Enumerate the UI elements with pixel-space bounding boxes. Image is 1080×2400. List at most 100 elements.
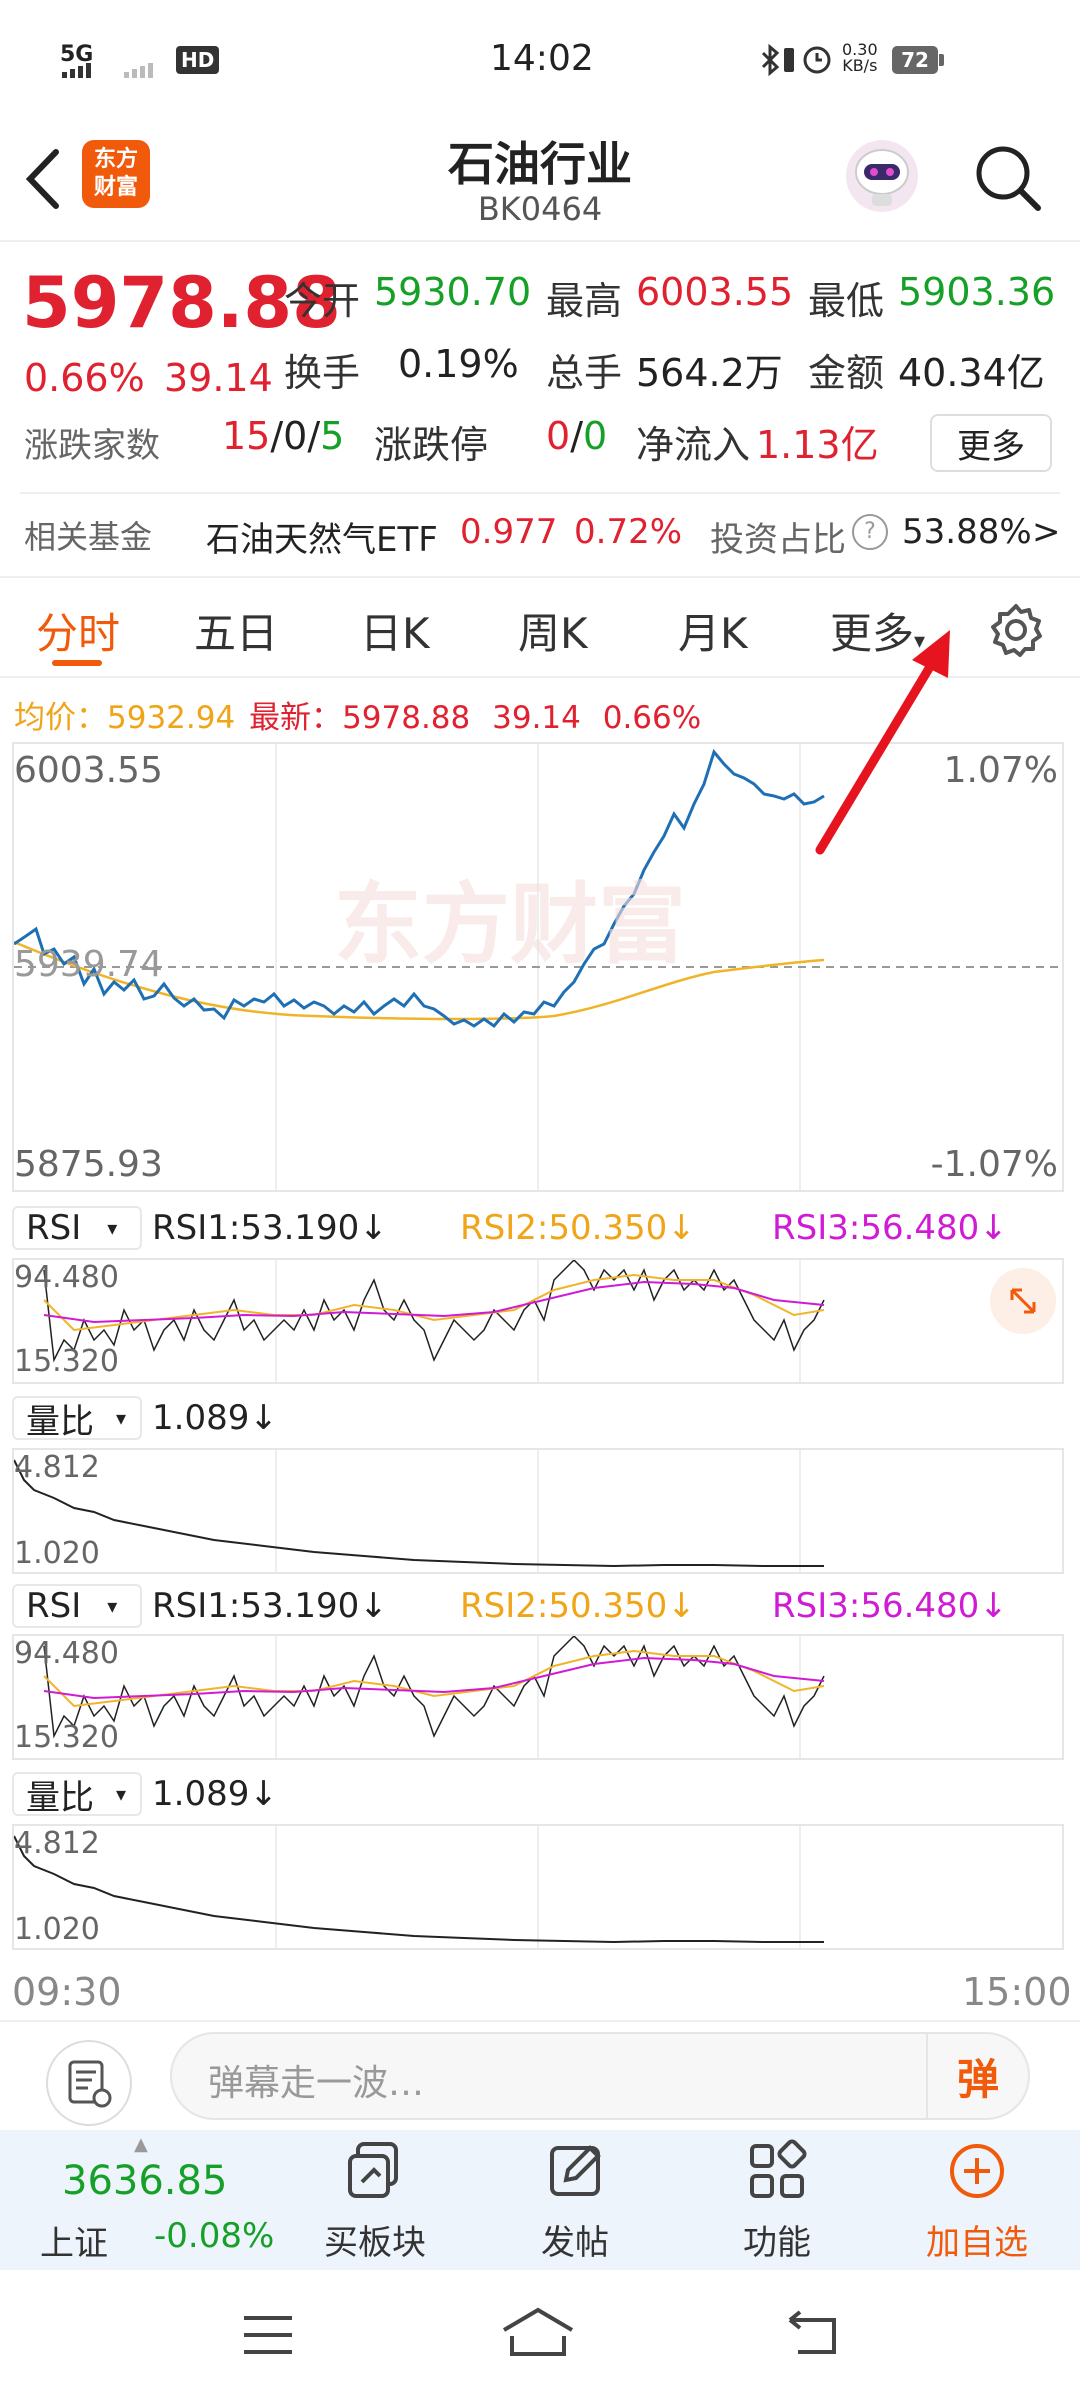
intraday-info-line: 均价：5932.94 最新：5978.88 39.14 0.66% — [14, 692, 701, 737]
tab-intraday[interactable]: 分时 — [36, 600, 120, 661]
net-speed: 0.30 KB/s — [842, 42, 878, 74]
home-button[interactable] — [500, 2306, 576, 2362]
danmu-input[interactable]: 弹幕走一波… — [208, 2054, 424, 2106]
rsi-selector[interactable]: RSI ▾ — [12, 1206, 142, 1250]
pct-min-label: -1.07% — [930, 1144, 1058, 1185]
latest-label: 最新： — [249, 700, 343, 736]
rsi3-readout: RSI3:56.480↓ — [772, 1208, 1008, 1248]
time-end-label: 15:00 — [962, 1970, 1072, 2014]
fund-label: 相关基金 — [24, 518, 153, 556]
ratio-value: 1.089 — [152, 1398, 250, 1438]
updown-counts: 15/0/5 — [222, 414, 344, 458]
search-icon — [976, 146, 1041, 211]
tab-daily-k[interactable]: 日K — [360, 600, 430, 661]
add-watchlist-label: 加自选 — [926, 2223, 1028, 2263]
volume-ratio-selector[interactable]: 量比 ▾ — [12, 1772, 142, 1818]
rsi-min-label: 15.320 — [14, 1344, 119, 1379]
limit-up: 0 — [546, 414, 571, 458]
open-value: 5930.70 — [374, 270, 532, 314]
danmu-settings-button[interactable] — [46, 2040, 132, 2126]
turnover-label: 换手 — [284, 351, 361, 395]
down-arrow-icon: ↓ — [249, 1398, 278, 1438]
menu-button[interactable] — [240, 2312, 296, 2362]
low-value: 5903.36 — [898, 270, 1056, 314]
ratio-min-label: 1.020 — [14, 1536, 100, 1571]
sep: / — [570, 414, 583, 458]
system-nav-bar — [0, 2270, 1080, 2400]
down-arrow-icon: ↓ — [249, 1774, 278, 1814]
ratio-value: 53.88% — [902, 512, 1032, 552]
limit-label: 涨跌停 — [374, 423, 489, 467]
volume-ratio-chart-2[interactable]: 4.812 1.020 — [12, 1824, 1064, 1950]
rsi-chart-2[interactable]: 94.480 15.320 — [12, 1634, 1064, 1760]
ratio-max-label: 4.812 — [14, 1826, 100, 1861]
alarm-icon — [800, 42, 834, 80]
settings-button[interactable] — [988, 602, 1044, 658]
help-icon[interactable]: ? — [852, 514, 888, 550]
rsi-chart-2-svg — [43, 1636, 825, 1758]
add-watchlist-button[interactable]: 加自选 — [912, 2136, 1042, 2264]
buy-sector-icon — [348, 2142, 398, 2198]
ratio-min-label: 1.020 — [14, 1912, 100, 1947]
rsi-selector-label: RSI — [26, 1208, 82, 1248]
volume-value: 564.2万 — [636, 351, 783, 395]
more-button[interactable]: 更多 — [930, 414, 1052, 472]
add-circle-icon — [950, 2144, 1004, 2198]
functions-label: 功能 — [743, 2223, 811, 2263]
volume-ratio-chart-1[interactable]: 4.812 1.020 — [12, 1448, 1064, 1574]
caret-down-icon: ▾ — [107, 1216, 118, 1240]
ratio-chart-2-svg — [14, 1826, 824, 1948]
search-button[interactable] — [970, 140, 1046, 216]
back-nav-icon — [788, 2310, 836, 2354]
watermark: 东方财富 — [334, 873, 687, 976]
rsi-min-label: 15.320 — [14, 1720, 119, 1755]
expand-button[interactable] — [990, 1268, 1056, 1334]
rsi3-readout: RSI3:56.480↓ — [772, 1586, 1008, 1626]
bluetooth-icon — [760, 43, 782, 80]
functions-button[interactable]: 功能 — [712, 2136, 842, 2264]
ratio-label: 投资占比 — [710, 520, 846, 560]
ratio-value: 1.089 — [152, 1774, 250, 1814]
y-mid-label: 5939.74 — [14, 944, 163, 985]
limit-down: 0 — [583, 414, 608, 458]
volume-ratio-selector[interactable]: 量比 ▾ — [12, 1396, 142, 1442]
time-start-label: 09:30 — [12, 1970, 122, 2014]
avg-label: 均价： — [14, 700, 107, 736]
edit-icon — [550, 2145, 601, 2196]
danmu-input-bar[interactable]: 弹幕走一波… 弹 — [170, 2032, 1030, 2120]
high-label: 最高 — [546, 279, 623, 323]
danmu-toggle-button[interactable]: 弹 — [926, 2034, 1028, 2118]
robot-assistant-icon[interactable] — [842, 136, 922, 216]
speed-unit: KB/s — [842, 56, 878, 75]
expand-icon — [1010, 1288, 1036, 1314]
post-button[interactable]: 发帖 — [510, 2136, 640, 2264]
tab-five-day[interactable]: 五日 — [194, 600, 278, 661]
avg-value: 5932.94 — [107, 700, 236, 736]
battery-tip — [939, 54, 944, 66]
tab-weekly-k[interactable]: 周K — [518, 600, 588, 661]
home-icon — [502, 2307, 574, 2356]
chevron-right-icon: > — [1032, 512, 1061, 552]
latest-pct: 0.66% — [602, 700, 702, 736]
rsi2-readout: RSI2:50.350↓ — [460, 1208, 696, 1248]
rsi2-value: RSI2:50.350 — [460, 1208, 668, 1248]
status-bar: 5G HD 14:02 0.30 KB/s 72 — [0, 0, 1080, 120]
y-min-label: 5875.93 — [14, 1144, 163, 1185]
danmu-settings-icon — [68, 2060, 112, 2108]
rsi-max-label: 94.480 — [14, 1636, 119, 1671]
rsi-selector[interactable]: RSI ▾ — [12, 1584, 142, 1628]
buy-sector-button[interactable]: 买板块 — [310, 2136, 440, 2264]
low-label: 最低 — [808, 279, 885, 323]
updown-label: 涨跌家数 — [24, 426, 160, 466]
tab-monthly-k[interactable]: 月K — [678, 600, 748, 661]
back-nav-button[interactable] — [784, 2310, 844, 2364]
index-value: 3636.85 — [62, 2158, 228, 2204]
caret-down-icon: ▾ — [107, 1594, 118, 1618]
rsi-chart-1[interactable]: 94.480 15.320 — [12, 1258, 1064, 1384]
ratio-readout: 1.089↓ — [152, 1774, 278, 1814]
index-pct: -0.08% — [154, 2216, 275, 2256]
latest-value: 5978.88 — [342, 700, 471, 736]
down-arrow-icon: ↓ — [979, 1586, 1008, 1626]
down-arrow-icon: ↓ — [667, 1208, 696, 1248]
down-arrow-icon: ↓ — [359, 1208, 388, 1248]
